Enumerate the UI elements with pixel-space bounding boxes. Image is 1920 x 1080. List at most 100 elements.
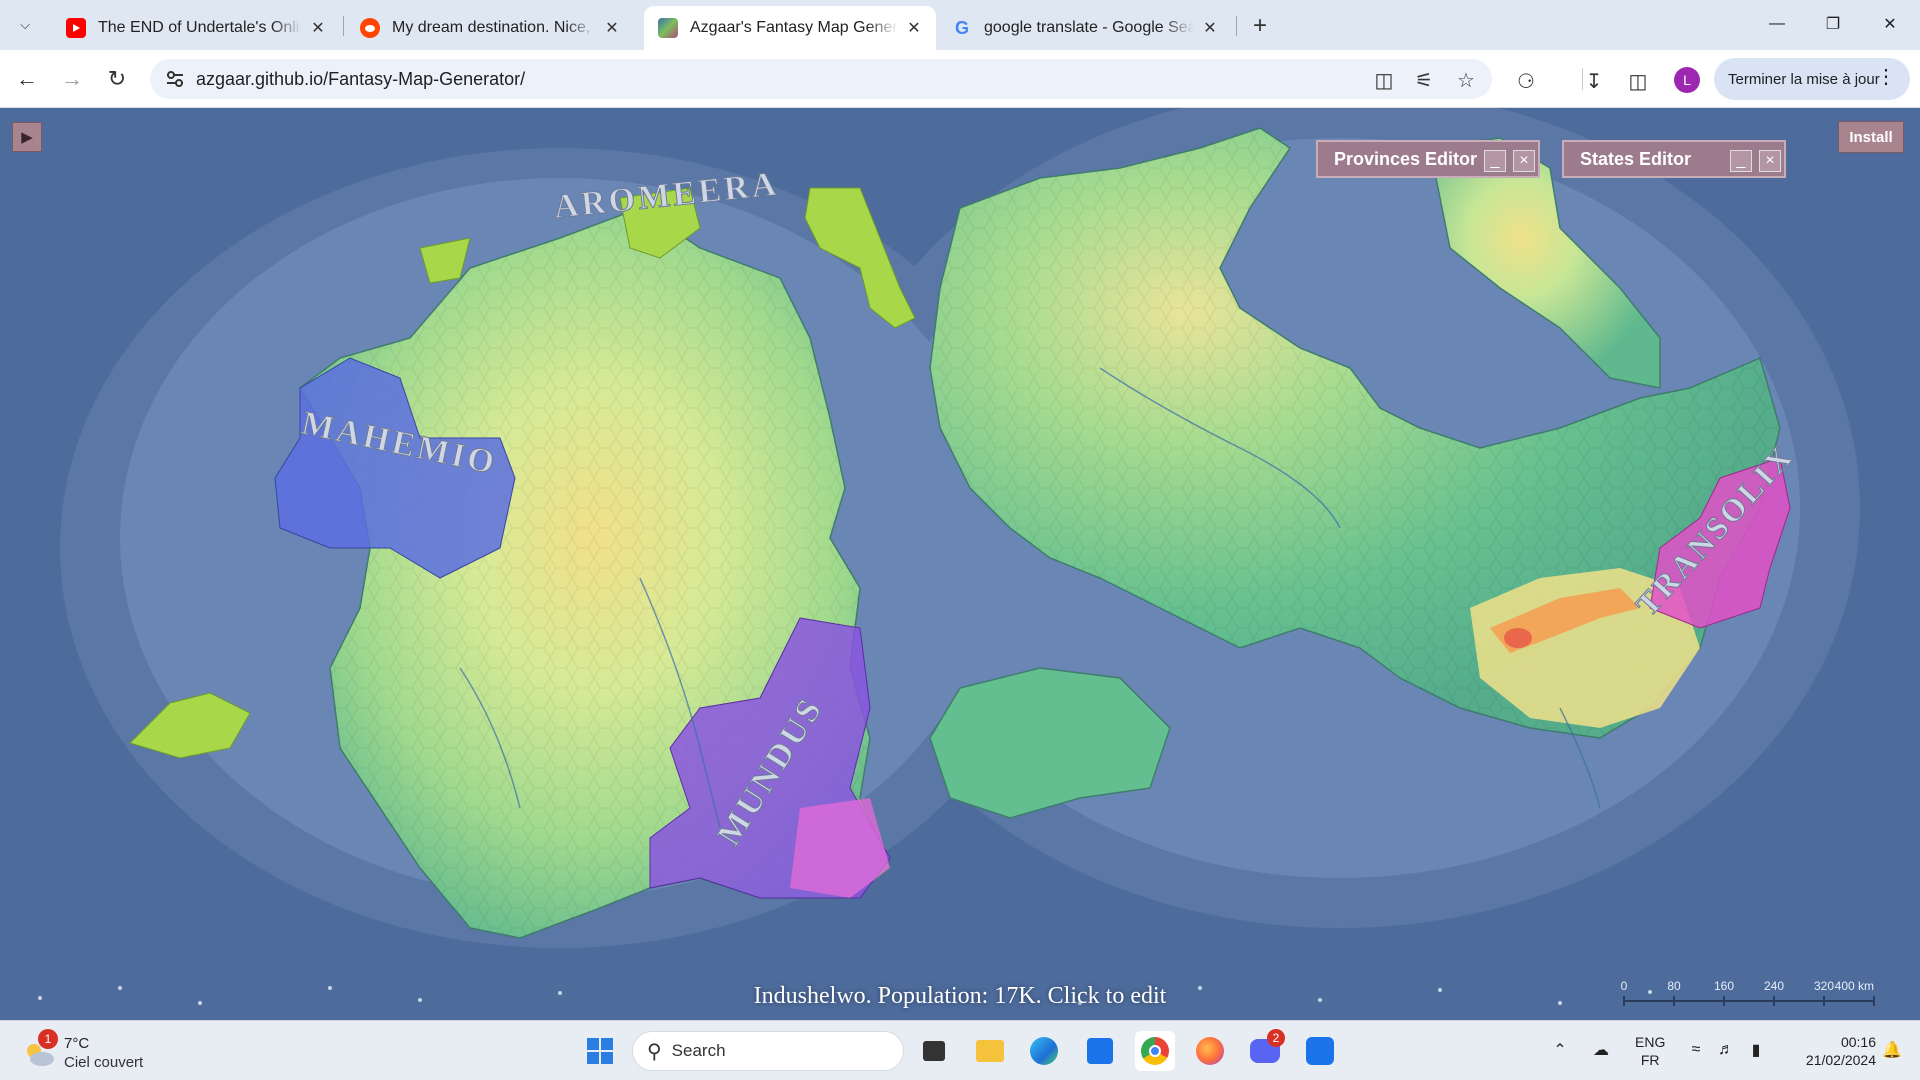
tab-search-button[interactable]: ⌵ bbox=[10, 10, 40, 40]
tab-title: Azgaar's Fantasy Map Generator bbox=[690, 19, 898, 36]
weather-condition: Ciel couvert bbox=[64, 1054, 144, 1071]
volume-icon[interactable]: ♬ bbox=[1714, 1035, 1738, 1065]
states-editor-title[interactable]: States Editor bbox=[1580, 149, 1691, 170]
map-tooltip: Indushelwo. Population: 17K. Click to ed… bbox=[753, 983, 1167, 1009]
close-window-button[interactable]: ✕ bbox=[1870, 8, 1910, 40]
provinces-editor-title[interactable]: Provinces Editor bbox=[1334, 149, 1477, 170]
fantasy-map[interactable]: AROMEERA MAHEMIO MUNDUS TRANSOLIX 0 80 160… bbox=[0, 108, 1920, 1020]
site-settings-icon[interactable] bbox=[164, 68, 186, 90]
start-button[interactable] bbox=[580, 1031, 620, 1071]
discord-badge: 2 bbox=[1267, 1029, 1285, 1047]
url-text[interactable]: azgaar.github.io/Fantasy-Map-Generator/ bbox=[196, 69, 525, 90]
tab-divider bbox=[1236, 16, 1237, 36]
google-icon: G bbox=[954, 17, 969, 38]
restore-window-button[interactable]: ❐ bbox=[1813, 8, 1853, 40]
edge-icon bbox=[1030, 1037, 1058, 1065]
store-icon bbox=[1087, 1038, 1113, 1064]
reload-button[interactable]: ↻ bbox=[100, 62, 134, 96]
file-explorer-button[interactable] bbox=[970, 1031, 1010, 1071]
close-icon: ✕ bbox=[1883, 16, 1897, 33]
firefox-icon bbox=[1196, 1037, 1224, 1065]
clock[interactable]: 00:16 21/02/2024 bbox=[1786, 1033, 1876, 1069]
restore-icon: ❐ bbox=[1825, 16, 1841, 33]
extensions-icon[interactable]: ⚆ bbox=[1514, 69, 1538, 93]
onedrive-icon[interactable]: ☁ bbox=[1588, 1035, 1614, 1065]
side-panel-icon[interactable]: ◫ bbox=[1626, 69, 1650, 93]
task-view-icon bbox=[923, 1041, 945, 1061]
search-label: Search bbox=[671, 1041, 726, 1060]
volcanic-peak bbox=[1504, 628, 1532, 648]
search-icon: ⚲ bbox=[647, 1040, 662, 1063]
arrow-left-icon: ← bbox=[16, 66, 38, 91]
clock-time: 00:16 bbox=[1840, 1034, 1876, 1050]
address-bar[interactable]: azgaar.github.io/Fantasy-Map-Generator/ … bbox=[150, 59, 1492, 99]
install-button[interactable]: Install bbox=[1838, 121, 1904, 153]
forward-button[interactable]: → bbox=[55, 62, 89, 96]
firefox-button[interactable] bbox=[1190, 1031, 1230, 1071]
task-view-button[interactable] bbox=[914, 1031, 954, 1071]
store-button[interactable] bbox=[1080, 1031, 1120, 1071]
chrome-button[interactable] bbox=[1135, 1031, 1175, 1071]
arrow-right-icon: → bbox=[61, 66, 83, 91]
minimize-window-button[interactable]: — bbox=[1757, 8, 1797, 40]
more-vert-icon: ⋮ bbox=[1876, 66, 1896, 88]
weather-badge: 1 bbox=[38, 1029, 58, 1049]
close-icon[interactable]: ✕ bbox=[602, 18, 622, 38]
close-button[interactable]: × bbox=[1759, 150, 1781, 172]
chevron-down-icon: ⌵ bbox=[20, 17, 30, 32]
avatar[interactable]: L bbox=[1674, 67, 1700, 93]
discord-button[interactable]: 2 bbox=[1245, 1029, 1285, 1071]
app-button[interactable] bbox=[1300, 1031, 1340, 1071]
minimize-button[interactable]: _ bbox=[1484, 150, 1506, 172]
map-canvas[interactable]: AROMEERA MAHEMIO MUNDUS TRANSOLIX 0 80 160… bbox=[0, 108, 1920, 1020]
reload-icon: ↻ bbox=[107, 66, 127, 91]
tab-youtube[interactable]: The END of Undertale's Online P ✕ bbox=[52, 6, 340, 50]
taskbar: 1 7°C Ciel couvert ⚲ Search 2 ⌃ ☁ ENG FR… bbox=[0, 1020, 1920, 1080]
weather-widget[interactable]: 1 7°C Ciel couvert bbox=[20, 1029, 180, 1073]
plus-icon: + bbox=[1252, 12, 1267, 39]
wifi-icon[interactable]: ≈ bbox=[1684, 1035, 1708, 1065]
clock-date: 21/02/2024 bbox=[1805, 1052, 1876, 1068]
tab-title: The END of Undertale's Online P bbox=[98, 19, 302, 36]
folder-icon bbox=[976, 1040, 1004, 1062]
download-icon[interactable]: ↧ bbox=[1582, 69, 1606, 93]
browser-toolbar: ← → ↻ azgaar.github.io/Fantasy-Map-Gener… bbox=[0, 50, 1920, 108]
tab-title: My dream destination. Nice, Fra bbox=[392, 19, 596, 36]
minimize-icon: — bbox=[1769, 15, 1785, 32]
menu-toggle-button[interactable]: ▶ bbox=[12, 122, 42, 152]
update-button-label: Terminer la mise à jour bbox=[1728, 70, 1880, 88]
minimize-button[interactable]: _ bbox=[1730, 150, 1752, 172]
weather-temp: 7°C bbox=[64, 1035, 90, 1052]
tab-reddit[interactable]: My dream destination. Nice, Fra ✕ bbox=[346, 6, 634, 50]
close-icon[interactable]: ✕ bbox=[308, 18, 328, 38]
azgaar-icon bbox=[658, 18, 678, 38]
bookmark-star-icon[interactable]: ☆ bbox=[1454, 68, 1478, 92]
lang-bottom: FR bbox=[1640, 1052, 1660, 1068]
edge-button[interactable] bbox=[1024, 1031, 1064, 1071]
battery-icon[interactable]: ▮ bbox=[1744, 1035, 1768, 1065]
install-app-icon[interactable]: ◫ bbox=[1372, 68, 1396, 92]
youtube-icon bbox=[66, 18, 86, 38]
close-icon[interactable]: ✕ bbox=[904, 18, 924, 38]
tab-divider bbox=[343, 16, 344, 36]
notification-bell-icon[interactable]: 🔔 bbox=[1880, 1035, 1904, 1065]
close-button[interactable]: × bbox=[1513, 150, 1535, 172]
tab-title: google translate - Google Searc bbox=[984, 19, 1194, 36]
translate-icon[interactable]: ⚟ bbox=[1412, 68, 1436, 92]
chevron-up-icon[interactable]: ⌃ bbox=[1548, 1035, 1572, 1065]
taskbar-search[interactable]: ⚲ Search bbox=[632, 1031, 904, 1071]
app-icon bbox=[1306, 1037, 1334, 1065]
tab-google[interactable]: G google translate - Google Searc ✕ bbox=[938, 6, 1232, 50]
close-icon[interactable]: ✕ bbox=[1200, 18, 1220, 38]
windows-icon bbox=[587, 1038, 613, 1064]
states-editor-dialog[interactable]: States Editor _ × bbox=[1562, 140, 1786, 178]
tab-azgaar[interactable]: Azgaar's Fantasy Map Generator ✕ bbox=[644, 6, 936, 50]
back-button[interactable]: ← bbox=[10, 62, 44, 96]
tab-strip: ⌵ The END of Undertale's Online P ✕ My d… bbox=[0, 0, 1920, 50]
chrome-icon bbox=[1141, 1037, 1169, 1065]
lang-top: ENG bbox=[1635, 1034, 1666, 1050]
input-language[interactable]: ENG FR bbox=[1635, 1033, 1665, 1069]
new-tab-button[interactable]: + bbox=[1246, 12, 1274, 40]
provinces-editor-dialog[interactable]: Provinces Editor _ × bbox=[1316, 140, 1540, 178]
update-button[interactable]: Terminer la mise à jour ⋮ bbox=[1714, 58, 1910, 100]
